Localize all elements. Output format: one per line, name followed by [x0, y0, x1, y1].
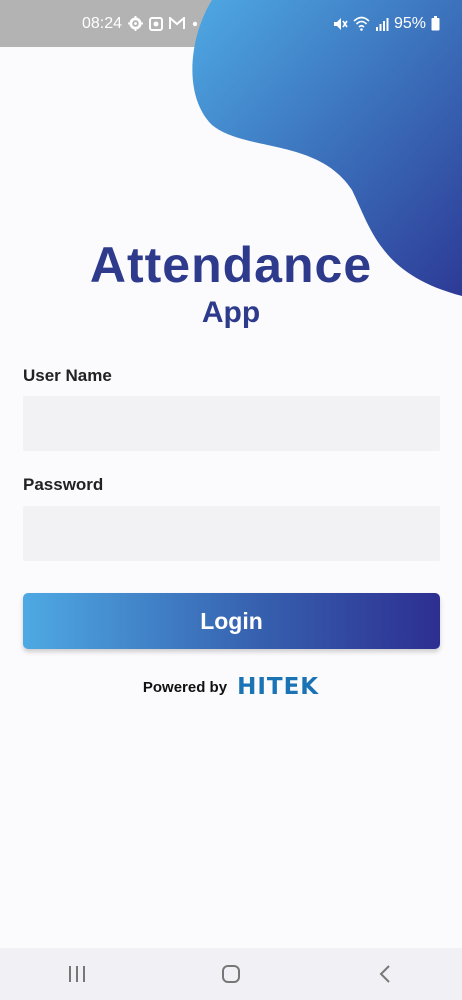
powered-by: Powered by HITEK: [0, 674, 462, 700]
app-subtitle: App: [201, 296, 261, 329]
home-button[interactable]: [201, 954, 261, 994]
navigation-bar: [0, 948, 462, 1000]
brand-logo: HITEK: [237, 674, 320, 700]
powered-by-text: Powered by: [142, 678, 228, 696]
app-title: Attendance: [89, 237, 373, 293]
password-input[interactable]: [23, 506, 440, 561]
username-label: User Name: [23, 366, 112, 385]
password-label: Password: [23, 475, 104, 494]
home-icon: [222, 965, 240, 983]
username-input[interactable]: [23, 396, 440, 451]
back-icon: [379, 965, 390, 983]
recent-apps-button[interactable]: [47, 954, 107, 994]
recent-apps-icon: [69, 966, 85, 982]
login-button[interactable]: Login: [23, 593, 440, 649]
back-button[interactable]: [355, 954, 415, 994]
